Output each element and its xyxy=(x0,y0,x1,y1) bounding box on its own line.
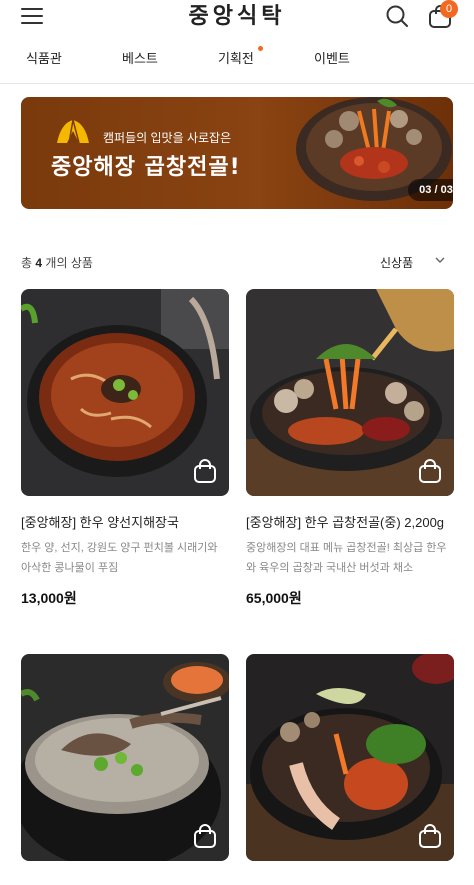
count-value: 4 xyxy=(35,256,43,270)
product-image[interactable] xyxy=(246,654,454,861)
product-description: 한우 양, 선지, 강원도 양구 펀치볼 시래기와 아삭한 콩나물이 푸짐 xyxy=(21,542,218,574)
product-description: 중앙해장의 대표 메뉴 곱창전골! 최상급 한우와 육우의 곱창과 국내산 버섯… xyxy=(246,542,447,574)
tab-food-hall[interactable]: 식품관 xyxy=(26,48,62,67)
new-dot-indicator xyxy=(258,46,263,51)
header: 중앙식탁 0 xyxy=(0,0,474,36)
add-to-cart-icon[interactable] xyxy=(418,823,442,849)
product-image[interactable] xyxy=(246,289,454,496)
tab-best[interactable]: 베스트 xyxy=(122,48,158,67)
tab-promotion[interactable]: 기획전 xyxy=(218,48,254,67)
add-to-cart-icon[interactable] xyxy=(418,458,442,484)
product-count: 총 4 개의 상품 xyxy=(21,254,93,271)
tab-event[interactable]: 이벤트 xyxy=(314,48,350,67)
banner-page-indicator: 03 / 03 xyxy=(408,179,453,201)
add-to-cart-icon[interactable] xyxy=(193,458,217,484)
chevron-down-icon[interactable] xyxy=(434,254,446,266)
add-to-cart-icon[interactable] xyxy=(193,823,217,849)
count-suffix: 개의 상품 xyxy=(45,256,93,270)
product-card[interactable] xyxy=(21,654,229,861)
product-image[interactable] xyxy=(21,654,229,861)
category-tabs: 식품관 베스트 기획전 이벤트 xyxy=(0,44,474,84)
count-prefix: 총 xyxy=(21,256,33,270)
cart-count-badge: 0 xyxy=(440,0,458,18)
sort-select[interactable]: 신상품 xyxy=(380,254,413,271)
product-price: 13,000원 xyxy=(21,590,77,606)
product-card[interactable]: [중앙해장] 한우 곱창전골(중) 2,200g 중앙해장의 대표 메뉴 곱창전… xyxy=(246,289,454,608)
promo-banner[interactable]: 캠퍼들의 입맛을 사로잡은 중앙해장 곱창전골! 03 / 03 xyxy=(21,97,453,209)
product-name[interactable]: [중앙해장] 한우 양선지해장국 xyxy=(21,512,229,534)
product-card[interactable]: [중앙해장] 한우 양선지해장국 한우 양, 선지, 강원도 양구 펀치볼 시래… xyxy=(21,289,229,608)
product-image[interactable] xyxy=(21,289,229,496)
product-name[interactable]: [중앙해장] 한우 곱창전골(중) 2,200g xyxy=(246,512,454,534)
search-icon[interactable] xyxy=(385,4,409,28)
banner-subtitle: 캠퍼들의 입맛을 사로잡은 xyxy=(103,131,232,145)
banner-title: 중앙해장 곱창전골! xyxy=(51,155,241,180)
tent-icon xyxy=(57,119,89,144)
product-price: 65,000원 xyxy=(246,590,302,606)
product-card[interactable] xyxy=(246,654,454,861)
